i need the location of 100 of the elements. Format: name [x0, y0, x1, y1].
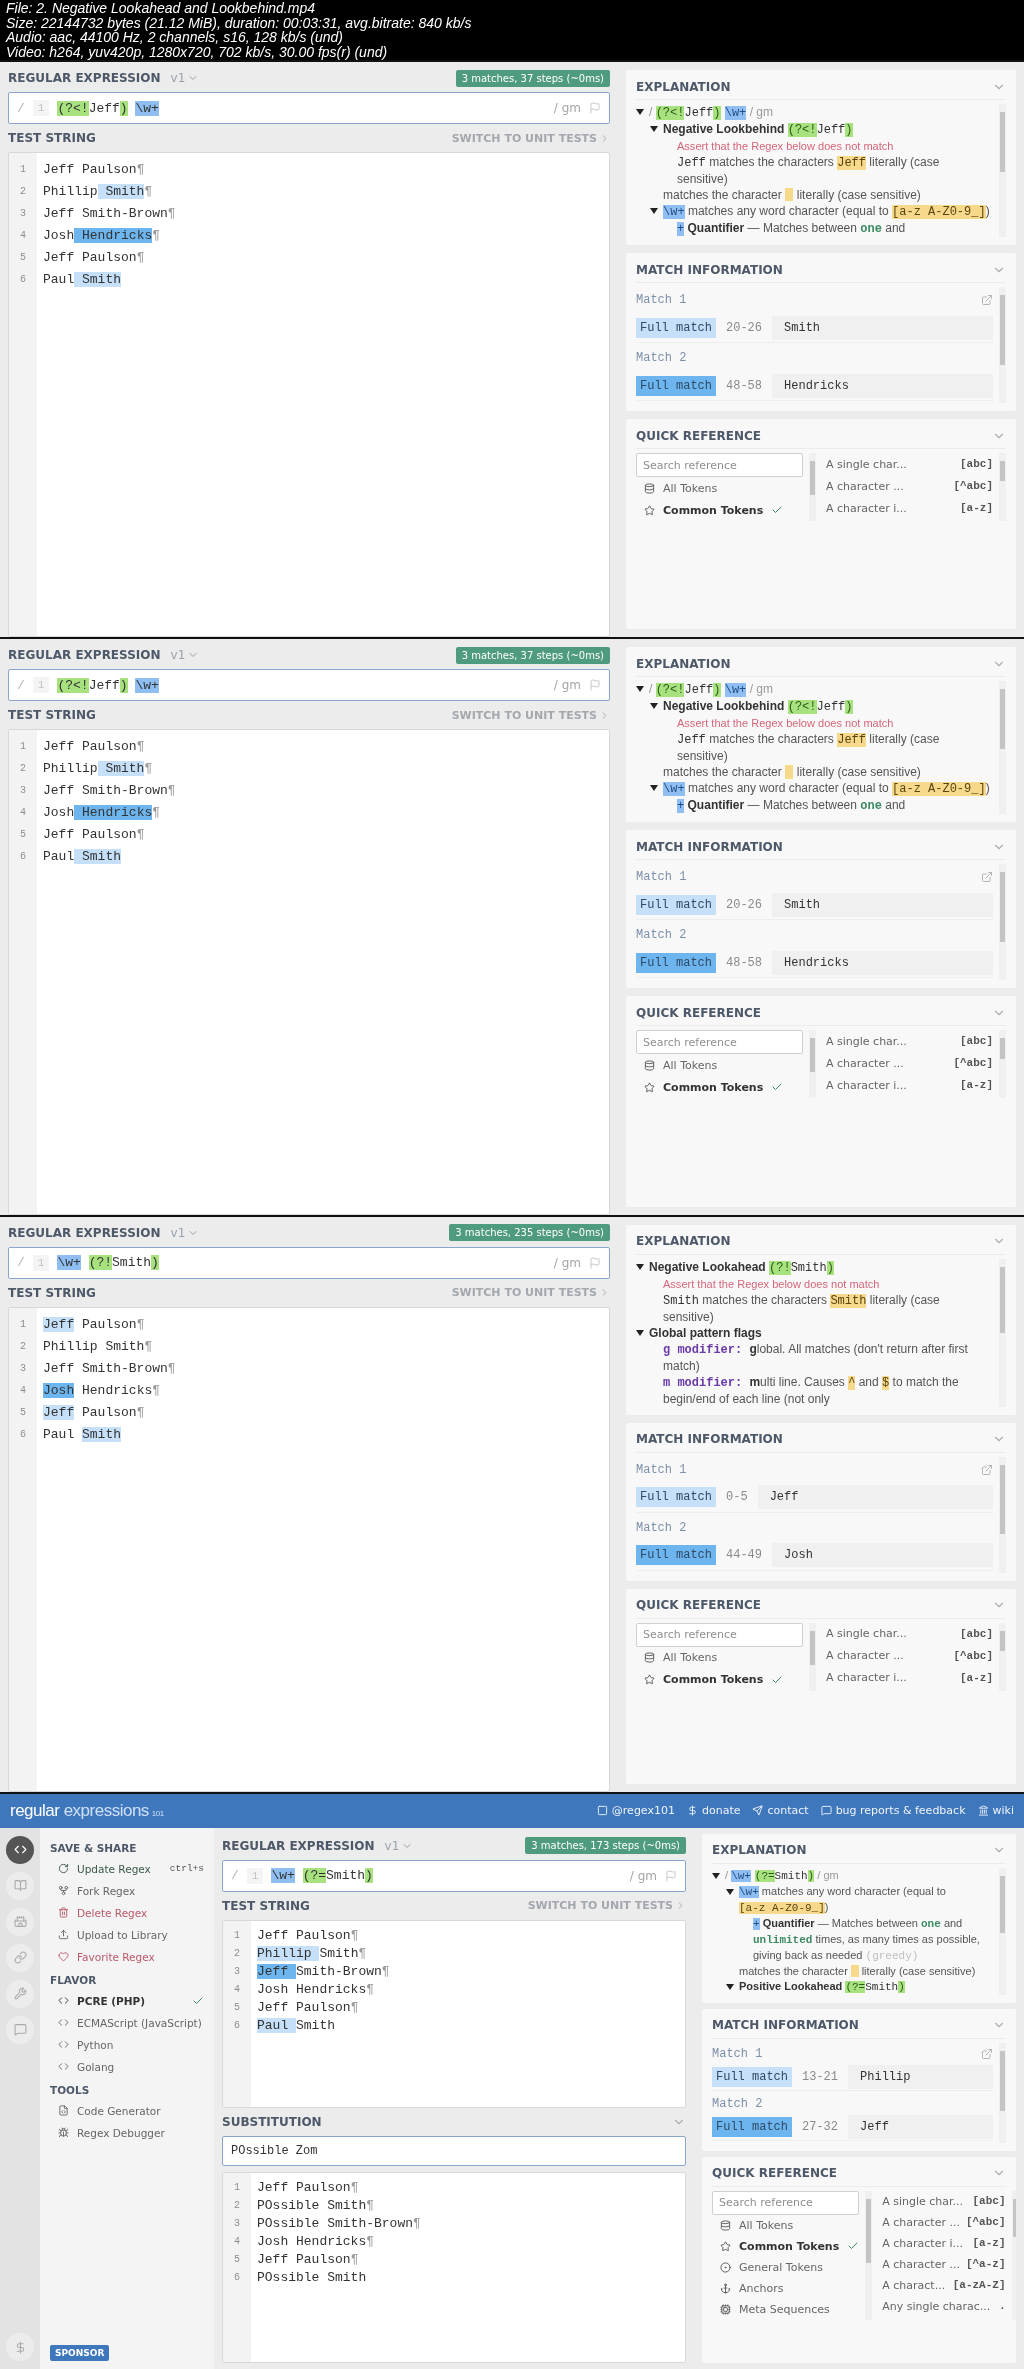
caret-icon[interactable]: [726, 1982, 734, 1991]
share-icon[interactable]: [981, 294, 993, 306]
line-number: 5: [20, 251, 26, 265]
category-item[interactable]: All Tokens: [636, 477, 803, 499]
scrollbar[interactable]: [999, 2042, 1006, 2143]
caret-icon[interactable]: [636, 1328, 644, 1337]
scrollbar[interactable]: [999, 1867, 1006, 1995]
scrollbar[interactable]: [809, 1030, 816, 1099]
star-icon: [644, 1081, 655, 1093]
castle-icon: [13, 1915, 27, 1929]
caret-icon[interactable]: [650, 784, 658, 793]
scrollbar[interactable]: [865, 2190, 873, 2320]
reference-item[interactable]: Any single charac... .: [882, 2295, 1006, 2317]
sidebar-item[interactable]: Favorite Regex: [50, 1945, 204, 1968]
scrollbar[interactable]: [999, 864, 1006, 981]
reference-item[interactable]: A character ... [^abc]: [826, 1052, 993, 1075]
substitution-field[interactable]: POssible Zom: [222, 2135, 686, 2166]
search-field[interactable]: Search reference: [636, 453, 803, 477]
caret-icon[interactable]: [636, 108, 644, 116]
sidebar-item[interactable]: Delete Regex: [50, 1901, 204, 1924]
match-label: Match 1: [712, 2046, 763, 2061]
category-item[interactable]: Common Tokens: [636, 499, 803, 521]
panel-title: EXPLANATION: [636, 656, 731, 671]
scrollbar[interactable]: [1011, 2190, 1016, 2320]
sidebar-item[interactable]: PCRE (PHP): [50, 1989, 204, 2012]
category-item[interactable]: All Tokens: [712, 2214, 860, 2236]
header-link[interactable]: donate: [686, 1804, 741, 1818]
reference-item[interactable]: A character i... [a-z]: [826, 1074, 993, 1097]
caret-icon[interactable]: [712, 1871, 720, 1880]
search-field[interactable]: Search reference: [636, 1622, 803, 1647]
scrollbar[interactable]: [809, 1622, 816, 1691]
caret-icon[interactable]: [636, 685, 644, 694]
reference-item[interactable]: A character ... [^abc]: [882, 2211, 1006, 2233]
header-link[interactable]: wiki: [977, 1804, 1014, 1818]
sidebar-item[interactable]: Upload to Library: [50, 1923, 204, 1946]
scrollbar[interactable]: [999, 1622, 1006, 1691]
reference-item[interactable]: A single char... [abc]: [826, 1622, 993, 1645]
scrollbar[interactable]: [999, 453, 1006, 521]
caret-icon[interactable]: [726, 1887, 734, 1896]
caret-icon[interactable]: [636, 1262, 644, 1271]
line-number: 3: [20, 784, 26, 799]
caret-icon[interactable]: [650, 702, 658, 711]
sidebar-item[interactable]: Update Regex ctrl+s: [50, 1857, 204, 1880]
scrollbar[interactable]: [999, 1030, 1006, 1099]
reference-item[interactable]: A single char... [abc]: [826, 1030, 993, 1053]
header-link[interactable]: @regex101: [596, 1804, 675, 1818]
share-icon[interactable]: [981, 1463, 993, 1476]
scrollbar[interactable]: [999, 1456, 1006, 1573]
sidebar-item[interactable]: Golang: [50, 2055, 204, 2078]
test-string-editor[interactable]: 1 2 3 4 5 6 Jeff Paulson¶ Phillip Smith¶ Jeff Smith-Brown¶ Josh Hendricks¶ Jeff Paulson¶ Paul Smith: [8, 729, 610, 1215]
scrollbar[interactable]: [999, 681, 1006, 815]
share-icon[interactable]: [981, 2047, 993, 2060]
line-number: 5: [20, 1405, 26, 1420]
test-string-editor[interactable]: 1 2 3 4 5 6 Jeff Paulson¶ Phillip Smith¶ Jeff Smith-Brown¶ Josh Hendricks¶ Jeff Paulson¶ Paul Smith: [222, 1919, 686, 2108]
header-link[interactable]: contact: [752, 1804, 809, 1818]
nav-button[interactable]: [6, 1835, 34, 1864]
logo[interactable]: regular expressions 101: [10, 1800, 164, 1821]
reference-item[interactable]: A character i... [a-z]: [826, 497, 993, 519]
scrollbar[interactable]: [809, 453, 816, 521]
sponsor-badge[interactable]: SPONSOR: [50, 2345, 110, 2361]
category-item[interactable]: Anchors: [712, 2277, 860, 2299]
flag-icon[interactable]: [589, 102, 601, 114]
category-item[interactable]: General Tokens: [712, 2256, 860, 2278]
share-icon[interactable]: [981, 871, 993, 884]
scrollbar[interactable]: [999, 1258, 1006, 1407]
test-string-editor[interactable]: 1 2 3 4 5 6 Jeff Paulson¶ Phillip Smith¶ Jeff Smith-Brown¶ Josh Hendricks¶ Jeff Paulson¶ Paul Smith: [8, 1306, 610, 1792]
reference-item[interactable]: A charact... [a-zA-Z]: [882, 2274, 1006, 2296]
reference-item[interactable]: A character ... [^abc]: [826, 475, 993, 497]
reference-item[interactable]: A character ... [^a-z]: [882, 2253, 1006, 2275]
search-field[interactable]: Search reference: [712, 2190, 860, 2215]
category-item[interactable]: Common Tokens: [636, 1668, 803, 1691]
substitution-result[interactable]: 1 2 3 4 5 6 Jeff Paulson¶ POssible Smith¶ POssible Smith-Brown¶ Josh Hendricks¶ Jeff Paulson¶ POssible Smith: [222, 2171, 686, 2363]
scrollbar[interactable]: [999, 287, 1006, 403]
sidebar-item[interactable]: Regex Debugger: [50, 2121, 204, 2144]
reference-item[interactable]: A character i... [a-z]: [882, 2232, 1006, 2254]
header-link[interactable]: bug reports & feedback: [820, 1804, 966, 1818]
category-item[interactable]: Common Tokens: [636, 1076, 803, 1099]
sidebar-item[interactable]: Code Generator: [50, 2099, 204, 2122]
caret-icon[interactable]: [650, 125, 658, 133]
reference-item[interactable]: A single char... [abc]: [882, 2190, 1006, 2212]
flag-icon[interactable]: [665, 1869, 677, 1882]
flag-icon[interactable]: [589, 1256, 601, 1269]
line-number: 3: [234, 2216, 240, 2231]
sidebar-item[interactable]: ECMAScript (JavaScript): [50, 2011, 204, 2034]
sidebar-item[interactable]: Fork Regex: [50, 1879, 204, 1902]
reference-item[interactable]: A character ... [^abc]: [826, 1644, 993, 1667]
category-item[interactable]: Common Tokens: [712, 2235, 860, 2257]
search-field[interactable]: Search reference: [636, 1030, 803, 1055]
code-line: Jeff Paulson¶: [43, 1315, 145, 1334]
flag-icon[interactable]: [589, 679, 601, 692]
caret-icon[interactable]: [650, 207, 658, 215]
sidebar-item[interactable]: Python: [50, 2033, 204, 2056]
reference-item[interactable]: A single char... [abc]: [826, 453, 993, 475]
category-item[interactable]: All Tokens: [636, 1054, 803, 1077]
test-string-editor[interactable]: 1 2 3 4 5 6 Jeff Paulson¶ Phillip Smith¶ Jeff Smith-Brown¶ Josh Hendricks¶ Jeff Paulson¶ Paul Smith: [8, 152, 610, 638]
category-item[interactable]: All Tokens: [636, 1646, 803, 1669]
explanation-text: + Quantifier — Matches between one and unlimited times, as many times as possible, giving back as needed (greedy): [753, 1915, 981, 1964]
scrollbar[interactable]: [999, 104, 1006, 237]
reference-item[interactable]: A character i... [a-z]: [826, 1666, 993, 1689]
category-item[interactable]: Meta Sequences: [712, 2298, 860, 2320]
